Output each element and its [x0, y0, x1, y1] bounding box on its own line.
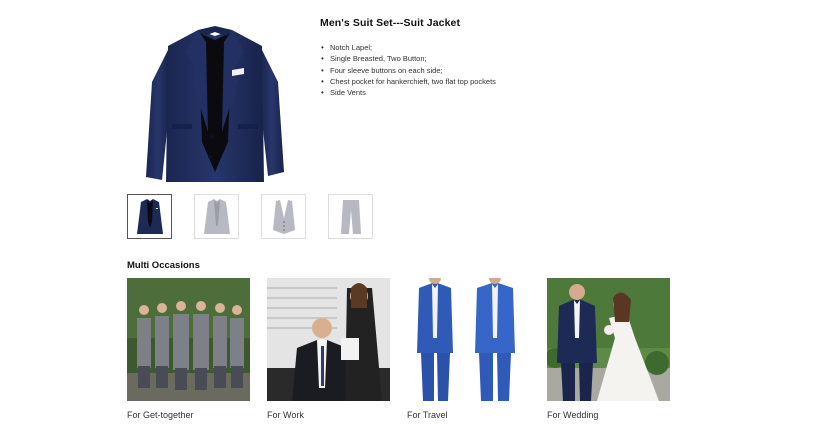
gray-pants-icon: [340, 199, 361, 234]
product-main-image: [140, 22, 290, 187]
occasion-card-work[interactable]: For Work: [267, 278, 390, 420]
feature-item: Single Breasted, Two Button;: [321, 53, 620, 65]
feature-list: Notch Lapel; Single Breasted, Two Button…: [320, 42, 620, 99]
wedding-photo: [547, 278, 670, 401]
thumbnail-strip: [127, 194, 373, 239]
occasion-card-get-together[interactable]: For Get-together: [127, 278, 250, 420]
thumbnail-gray-vest[interactable]: [261, 194, 306, 239]
gray-vest-icon: [272, 199, 295, 234]
product-info: Men's Suit Set---Suit Jacket Notch Lapel…: [320, 17, 620, 99]
feature-item: Side Vents: [321, 87, 620, 99]
work-photo: [267, 278, 390, 401]
occasion-card-wedding[interactable]: For Wedding: [547, 278, 670, 420]
occasion-gallery: For Get-together For Work For Travel For…: [127, 278, 670, 420]
occasion-label: For Work: [267, 410, 304, 420]
thumbnail-gray-jacket[interactable]: [194, 194, 239, 239]
gray-jacket-icon: [203, 198, 230, 234]
feature-item: Chest pocket for hankerchieft, two flat …: [321, 76, 620, 88]
thumbnail-gray-pants[interactable]: [328, 194, 373, 239]
occasion-label: For Travel: [407, 410, 448, 420]
feature-item: Notch Lapel;: [321, 42, 620, 54]
navy-jacket-icon: [136, 198, 163, 234]
navy-suit-jacket-image: [146, 26, 284, 182]
occasion-label: For Wedding: [547, 410, 599, 420]
occasion-label: For Get-together: [127, 410, 194, 420]
feature-item: Four sleeve buttons on each side;: [321, 65, 620, 77]
travel-photo: [407, 278, 530, 401]
section-title: Multi Occasions: [127, 260, 200, 271]
get-together-photo: [127, 278, 250, 401]
occasion-card-travel[interactable]: For Travel: [407, 278, 530, 420]
product-title: Men's Suit Set---Suit Jacket: [320, 17, 461, 29]
thumbnail-navy-jacket[interactable]: [127, 194, 172, 239]
